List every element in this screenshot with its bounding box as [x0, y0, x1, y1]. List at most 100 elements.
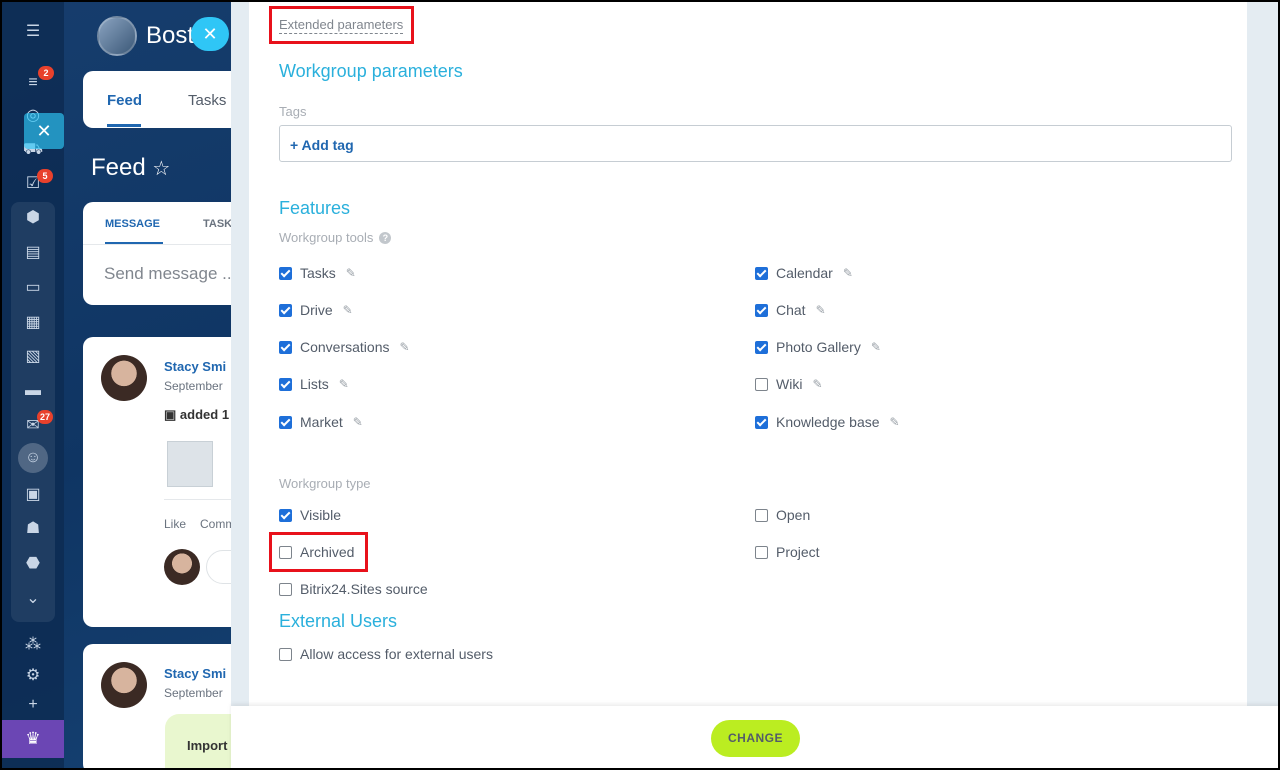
composer-tab-task[interactable]: TASK [203, 218, 232, 230]
type-open-checkbox[interactable] [755, 508, 768, 522]
feature-wiki-checkbox[interactable] [755, 377, 768, 391]
post-like-link[interactable]: Like [164, 517, 186, 531]
workgroups-icon[interactable]: ☺ [22, 447, 44, 469]
tab-feed[interactable]: Feed [107, 92, 142, 109]
feature-lists-label: Lists [300, 376, 329, 392]
post-action: ▣ added 1 [164, 407, 229, 423]
add-icon[interactable]: + [22, 694, 44, 716]
more-icon[interactable]: ⌄ [22, 588, 44, 610]
type-sites-source-checkbox[interactable] [279, 582, 292, 596]
feature-drive-checkbox[interactable] [279, 303, 292, 317]
post-author-2[interactable]: Stacy Smi [164, 666, 226, 681]
help-icon[interactable]: ? [379, 232, 392, 244]
feature-conversations[interactable]: Conversations ✎ [279, 338, 410, 356]
feature-wiki[interactable]: Wiki ✎ [755, 375, 823, 393]
feature-market-label: Market [300, 414, 343, 430]
menu-icon[interactable]: ☰ [22, 21, 44, 43]
panel-footer: CHANGE [231, 706, 1278, 768]
post-date-2: September [164, 686, 223, 700]
feature-chat-label: Chat [776, 302, 806, 318]
edit-pencil-icon[interactable]: ✎ [816, 303, 826, 317]
allow-external-users-checkbox[interactable] [279, 647, 292, 661]
close-slider-button[interactable]: ✕ [191, 17, 229, 51]
feature-knowledge-base[interactable]: Knowledge base ✎ [755, 413, 900, 431]
feature-lists-checkbox[interactable] [279, 377, 292, 391]
type-project[interactable]: Project [755, 543, 820, 561]
crm-icon[interactable]: ⬢ [22, 207, 44, 229]
sitemap-icon[interactable]: ⁂ [22, 634, 44, 656]
background-close-icon[interactable]: ✕ [24, 113, 64, 149]
calendar-icon[interactable]: ▦ [22, 312, 44, 334]
feature-calendar-checkbox[interactable] [755, 266, 768, 280]
type-sites-source[interactable]: Bitrix24.Sites source [279, 580, 428, 598]
feed-badge: 2 [38, 66, 54, 80]
drive-icon[interactable]: ▬ [22, 380, 44, 402]
type-open[interactable]: Open [755, 506, 810, 524]
edit-pencil-icon[interactable]: ✎ [871, 340, 881, 354]
background-workgroup-page: ✕ Bost ✕ Feed Tasks Feed ☆ MESSAGE TASK … [24, 2, 256, 768]
feature-drive[interactable]: Drive ✎ [279, 301, 353, 319]
edit-pencil-icon[interactable]: ✎ [890, 415, 900, 429]
documents-icon[interactable]: ▧ [22, 346, 44, 368]
star-icon[interactable]: ☆ [152, 158, 170, 180]
feature-photo-gallery[interactable]: Photo Gallery ✎ [755, 338, 881, 356]
composer-card: MESSAGE TASK Send message ... [83, 202, 243, 305]
sites-icon[interactable]: ▤ [22, 242, 44, 264]
workgroup-tools-text: Workgroup tools [279, 230, 374, 245]
feature-chat[interactable]: Chat ✎ [755, 301, 826, 319]
allow-external-users[interactable]: Allow access for external users [279, 645, 493, 663]
edit-pencil-icon[interactable]: ✎ [843, 266, 853, 280]
feature-knowledge-base-checkbox[interactable] [755, 415, 768, 429]
type-project-label: Project [776, 544, 820, 560]
workgroup-title: Bost [146, 22, 195, 49]
type-visible-checkbox[interactable] [279, 508, 292, 522]
type-visible[interactable]: Visible [279, 506, 341, 524]
feature-tasks[interactable]: Tasks ✎ [279, 264, 356, 282]
post-thumbnail[interactable] [167, 441, 213, 487]
composer-tab-message[interactable]: MESSAGE [105, 218, 160, 230]
tags-label: Tags [279, 104, 307, 119]
feature-wiki-label: Wiki [776, 376, 803, 392]
edit-pencil-icon[interactable]: ✎ [812, 377, 822, 391]
robot-icon[interactable]: ☗ [22, 518, 44, 540]
feature-calendar-label: Calendar [776, 265, 833, 281]
crown-icon[interactable]: ♛ [2, 720, 64, 758]
feature-photo-gallery-checkbox[interactable] [755, 340, 768, 354]
box-icon[interactable]: ⬣ [22, 553, 44, 575]
feature-tasks-checkbox[interactable] [279, 266, 292, 280]
feature-calendar[interactable]: Calendar ✎ [755, 264, 853, 282]
edit-pencil-icon[interactable]: ✎ [346, 266, 356, 280]
edit-pencil-icon[interactable]: ✎ [339, 377, 349, 391]
settings-gear-icon[interactable]: ⚙ [22, 665, 44, 687]
tab-feed-underline [107, 124, 141, 127]
image-icon: ▣ [164, 407, 177, 422]
tab-tasks[interactable]: Tasks [188, 92, 226, 109]
feature-lists[interactable]: Lists ✎ [279, 375, 349, 393]
highlight-archived [269, 532, 368, 572]
workgroup-tools-label: Workgroup tools? [279, 230, 392, 245]
post-author-avatar [101, 355, 147, 401]
feed-title-text: Feed [91, 154, 146, 181]
post-card-2: Stacy Smi September Import [83, 644, 245, 768]
mail-badge: 27 [37, 410, 54, 424]
type-visible-label: Visible [300, 507, 341, 523]
highlight-extended-parameters [269, 6, 414, 44]
chat-icon[interactable]: ▭ [22, 277, 44, 299]
feature-market[interactable]: Market ✎ [279, 413, 363, 431]
feature-market-checkbox[interactable] [279, 415, 292, 429]
edit-pencil-icon[interactable]: ✎ [400, 340, 410, 354]
tags-input[interactable]: + Add tag [279, 125, 1232, 162]
add-tag-link[interactable]: + Add tag [290, 137, 354, 153]
feature-conversations-checkbox[interactable] [279, 340, 292, 354]
contacts-icon[interactable]: ▣ [22, 484, 44, 506]
feature-chat-checkbox[interactable] [755, 303, 768, 317]
type-project-checkbox[interactable] [755, 545, 768, 559]
composer-input[interactable]: Send message ... [104, 264, 236, 284]
edit-pencil-icon[interactable]: ✎ [353, 415, 363, 429]
external-users-heading: External Users [279, 611, 398, 631]
edit-pencil-icon[interactable]: ✎ [343, 303, 353, 317]
workgroup-parameters-heading: Workgroup parameters [279, 61, 463, 81]
post-author[interactable]: Stacy Smi [164, 359, 226, 374]
change-button[interactable]: CHANGE [711, 720, 800, 757]
composer-divider [83, 244, 243, 245]
